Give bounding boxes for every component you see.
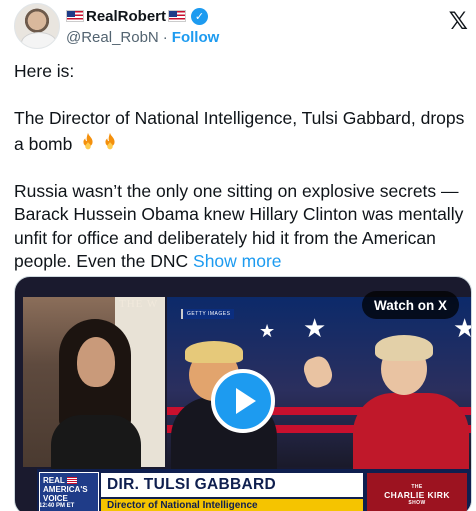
- figure-right-hair: [375, 335, 433, 361]
- news-chyron: REAL AMERICA'S VOICE 12:40 PM ET DIR. TU…: [37, 469, 471, 511]
- flag-icon: [66, 477, 77, 484]
- video-media[interactable]: THE W ★ ★ ★ GETTY IMAGES Watch on X REAL…: [14, 276, 472, 511]
- avatar[interactable]: [14, 3, 60, 49]
- star-decoration: ★: [453, 313, 471, 344]
- x-logo-icon[interactable]: 𝕏: [449, 7, 468, 35]
- fire-emoji-icon: [105, 132, 115, 149]
- getty-watermark: GETTY IMAGES: [181, 309, 235, 319]
- figure-left-hair: [185, 341, 243, 363]
- post-text: Here is: The Director of National Intell…: [14, 60, 474, 274]
- network-logo-line: REAL: [43, 476, 65, 485]
- fire-emoji-icon: [83, 132, 93, 149]
- video-panel-right: ★ ★ ★ GETTY IMAGES: [167, 297, 471, 483]
- speaker-face: [77, 337, 115, 387]
- chyron-subline: Director of National Intelligence: [101, 499, 363, 511]
- play-icon: [235, 388, 256, 414]
- us-flag-emoji-icon: [168, 10, 187, 22]
- play-button[interactable]: [211, 369, 275, 433]
- author-name-row[interactable]: RealRobert ✓: [66, 6, 209, 26]
- separator-dot: ·: [162, 28, 168, 46]
- figure-right-hand: [300, 353, 336, 391]
- speaker-body: [51, 415, 141, 475]
- video-panel-left: THE W: [23, 297, 165, 475]
- network-logo-line: VOICE: [43, 494, 68, 503]
- author-handle[interactable]: @Real_RobN: [66, 29, 159, 46]
- show-logo: THE CHARLIE KIRK SHOW: [367, 473, 467, 511]
- star-decoration: ★: [303, 313, 327, 343]
- us-flag-emoji-icon: [66, 10, 84, 22]
- watch-on-x-button[interactable]: Watch on X: [362, 291, 459, 319]
- show-logo-suffix: SHOW: [408, 500, 426, 506]
- follow-button[interactable]: Follow: [172, 29, 220, 46]
- post-line-1: Here is:: [14, 61, 75, 81]
- chyron-headline: DIR. TULSI GABBARD: [101, 473, 363, 497]
- post-header: RealRobert ✓ @Real_RobN · Follow 𝕏: [14, 3, 470, 49]
- show-logo-name: CHARLIE KIRK: [384, 490, 450, 500]
- chyron-time: 12:40 PM ET: [39, 503, 75, 509]
- show-more-link[interactable]: Show more: [193, 251, 282, 271]
- star-decoration: ★: [259, 321, 276, 341]
- author-display-name[interactable]: RealRobert: [86, 8, 166, 25]
- network-logo-line: AMERICA'S: [43, 485, 88, 494]
- wall-text: THE W: [119, 298, 159, 310]
- author-sub-row: @Real_RobN · Follow: [66, 27, 219, 47]
- verified-badge-icon: ✓: [191, 7, 209, 25]
